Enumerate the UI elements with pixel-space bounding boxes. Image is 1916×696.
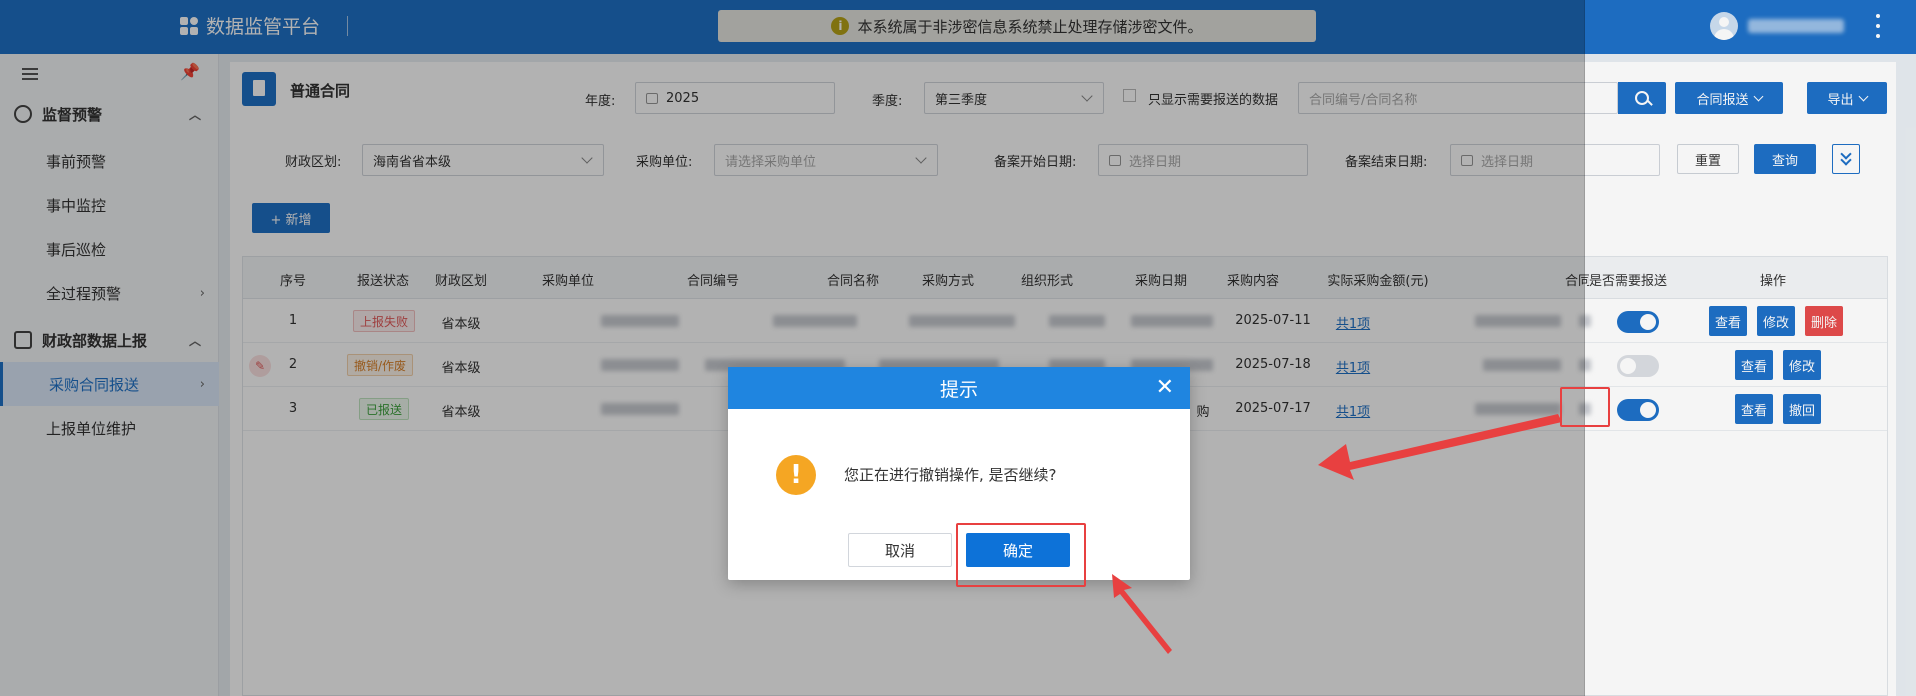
annotation-arrows bbox=[1112, 414, 1562, 654]
arrow-to-confirm bbox=[1112, 574, 1172, 654]
arrow-to-revoke bbox=[1318, 414, 1562, 480]
